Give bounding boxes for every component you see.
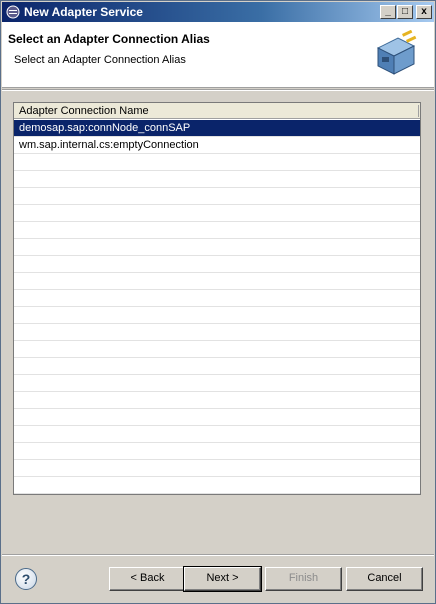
cancel-button[interactable]: Cancel [346, 567, 423, 591]
table-row[interactable] [14, 188, 420, 205]
help-button[interactable]: ? [15, 568, 37, 590]
header-separator [2, 89, 434, 91]
eclipse-app-icon [6, 5, 20, 19]
table-body: demosap.sap:connNode_connSAP wm.sap.inter… [14, 120, 420, 494]
table-row[interactable] [14, 358, 420, 375]
page-title: Select an Adapter Connection Alias [8, 32, 210, 46]
column-divider[interactable] [418, 105, 419, 117]
table-header[interactable]: Adapter Connection Name [14, 103, 420, 119]
new-adapter-service-dialog: New Adapter Service _ □ x Select an Adap… [0, 0, 436, 604]
table-row[interactable] [14, 290, 420, 307]
minimize-button[interactable]: _ [380, 5, 396, 19]
finish-button: Finish [265, 567, 342, 591]
maximize-button[interactable]: □ [397, 5, 413, 19]
next-button[interactable]: Next > [183, 566, 262, 592]
table-row[interactable] [14, 307, 420, 324]
table-row[interactable] [14, 205, 420, 222]
table-row[interactable] [14, 239, 420, 256]
adapter-connection-icon [376, 30, 417, 75]
table-row[interactable] [14, 273, 420, 290]
table-row[interactable] [14, 477, 420, 494]
table-row[interactable] [14, 256, 420, 273]
table-row[interactable] [14, 392, 420, 409]
table-row[interactable] [14, 154, 420, 171]
table-row[interactable]: wm.sap.internal.cs:emptyConnection [14, 137, 420, 154]
table-row[interactable] [14, 409, 420, 426]
close-button[interactable]: x [416, 5, 432, 19]
table-row[interactable]: demosap.sap:connNode_connSAP [14, 120, 420, 137]
connection-name-cell: wm.sap.internal.cs:emptyConnection [19, 139, 199, 151]
title-bar[interactable]: New Adapter Service _ □ x [2, 2, 434, 22]
connection-name-cell: demosap.sap:connNode_connSAP [19, 122, 191, 134]
page-subtitle: Select an Adapter Connection Alias [14, 54, 186, 66]
table-row[interactable] [14, 426, 420, 443]
adapter-connection-table[interactable]: Adapter Connection Name demosap.sap:conn… [13, 102, 421, 495]
table-row[interactable] [14, 460, 420, 477]
table-row[interactable] [14, 443, 420, 460]
table-row[interactable] [14, 171, 420, 188]
table-row[interactable] [14, 324, 420, 341]
table-row[interactable] [14, 341, 420, 358]
back-button[interactable]: < Back [109, 567, 186, 591]
table-row[interactable] [14, 222, 420, 239]
table-row[interactable] [14, 375, 420, 392]
column-header-adapter-connection-name[interactable]: Adapter Connection Name [19, 105, 149, 117]
wizard-header: Select an Adapter Connection Alias Selec… [2, 22, 434, 88]
window-title: New Adapter Service [24, 5, 143, 19]
footer-separator [2, 554, 434, 556]
